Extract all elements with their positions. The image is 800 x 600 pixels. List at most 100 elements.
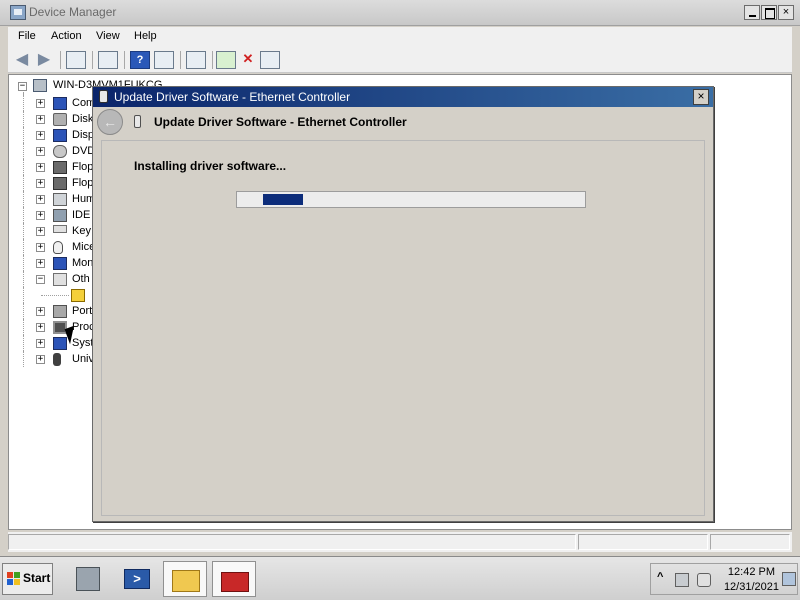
expand-icon[interactable]: +	[36, 323, 45, 332]
expand-icon[interactable]: +	[36, 211, 45, 220]
installing-status-text: Installing driver software...	[134, 159, 287, 173]
tree-item-label: Flop	[72, 161, 94, 173]
dialog-titlebar[interactable]: Update Driver Software - Ethernet Contro…	[93, 87, 713, 107]
tree-item-label: Mon	[72, 257, 94, 269]
explorer-folder-icon	[172, 570, 200, 592]
ethernet-device-icon	[134, 115, 141, 128]
tree-item-label: Flop	[72, 177, 94, 189]
tree-item-label: Oth	[72, 273, 90, 285]
disable-device-icon[interactable]	[260, 51, 280, 69]
collapse-root-icon[interactable]: −	[18, 82, 27, 91]
ide-icon	[53, 209, 67, 222]
menu-file[interactable]: File	[18, 30, 36, 42]
menu-help[interactable]: Help	[134, 30, 157, 42]
progress-marquee-chunk	[263, 194, 303, 205]
clock-time[interactable]: 12:42 PM	[725, 566, 775, 578]
show-hidden-icons-button[interactable]: ^	[657, 571, 663, 583]
keyboard-icon	[53, 225, 67, 233]
tree-item-label: Disp	[72, 129, 95, 141]
expand-icon[interactable]: +	[36, 131, 45, 140]
maximize-button[interactable]	[761, 5, 777, 20]
status-cell-2	[578, 534, 708, 550]
wizard-header: ← Update Driver Software - Ethernet Cont…	[93, 107, 713, 139]
device-manager-toolbox-icon	[221, 572, 249, 592]
clock-date[interactable]: 12/31/2021	[717, 581, 779, 593]
taskbar-server-manager[interactable]	[66, 561, 110, 597]
port-icon	[53, 305, 67, 318]
menu-view[interactable]: View	[96, 30, 120, 42]
taskbar-powershell[interactable]: >	[114, 561, 158, 597]
floppy-icon	[53, 161, 67, 174]
wizard-back-button[interactable]: ←	[97, 109, 123, 135]
monitor-icon	[53, 97, 67, 110]
expand-icon[interactable]: +	[36, 355, 45, 364]
close-button[interactable]: ×	[778, 5, 794, 20]
minimize-button[interactable]	[744, 5, 760, 20]
forward-icon[interactable]: ▶	[34, 51, 54, 69]
expand-icon[interactable]: +	[36, 99, 45, 108]
tree-item-label: Univ	[72, 353, 95, 365]
dialog-title: Update Driver Software - Ethernet Contro…	[114, 90, 351, 104]
volume-muted-icon[interactable]	[697, 573, 711, 587]
expand-icon[interactable]: +	[36, 227, 45, 236]
display-icon	[53, 129, 67, 142]
tree-item-label: Port	[72, 305, 93, 317]
tree-item-label: Disk	[72, 113, 94, 125]
monitor-icon	[53, 257, 67, 270]
show-desktop-icon[interactable]	[782, 572, 796, 586]
uninstall-icon[interactable]: ✕	[238, 51, 258, 69]
toolbar-separator	[92, 51, 93, 69]
other-devices-icon	[53, 273, 67, 286]
expand-icon[interactable]: +	[36, 115, 45, 124]
expand-icon[interactable]: +	[36, 163, 45, 172]
toolbar-separator	[212, 51, 213, 69]
ethernet-device-icon	[99, 90, 108, 103]
start-button[interactable]: Start	[2, 563, 53, 595]
wizard-body: Installing driver software...	[101, 140, 705, 516]
window-title: Device Manager	[29, 5, 117, 19]
notification-area: ^ 12:42 PM 12/31/2021	[650, 563, 798, 595]
scan-hardware-icon[interactable]	[186, 51, 206, 69]
mouse-icon	[53, 241, 63, 254]
tree-item-label: Key	[72, 225, 91, 237]
dialog-close-button[interactable]: ×	[693, 89, 709, 105]
server-manager-icon	[76, 567, 100, 591]
help-icon[interactable]: ?	[130, 51, 150, 69]
expand-icon[interactable]: +	[36, 243, 45, 252]
windows-logo-icon	[7, 572, 21, 586]
expand-icon[interactable]: +	[36, 147, 45, 156]
taskbar-explorer[interactable]	[163, 561, 207, 597]
show-action-pane-icon[interactable]	[154, 51, 174, 69]
taskbar-device-manager[interactable]	[212, 561, 256, 597]
toolbar-separator	[180, 51, 181, 69]
window-titlebar[interactable]: Device Manager ×	[0, 0, 800, 26]
dvd-icon	[53, 145, 67, 158]
system-icon	[53, 337, 67, 350]
back-icon[interactable]: ◀	[12, 51, 32, 69]
status-bar	[8, 532, 792, 552]
update-driver-dialog: Update Driver Software - Ethernet Contro…	[92, 86, 714, 522]
expand-icon[interactable]: +	[36, 339, 45, 348]
expand-icon[interactable]: +	[36, 179, 45, 188]
expand-icon[interactable]: +	[36, 195, 45, 204]
progress-bar	[236, 191, 586, 208]
action-center-icon[interactable]	[675, 573, 689, 587]
properties-icon[interactable]	[98, 51, 118, 69]
status-cell-3	[710, 534, 790, 550]
start-label: Start	[23, 571, 51, 585]
status-cell-main	[8, 534, 576, 550]
toolbar: ◀ ▶ ? ✕	[8, 47, 792, 73]
wizard-header-title: Update Driver Software - Ethernet Contro…	[154, 115, 407, 129]
usb-icon	[53, 353, 61, 366]
show-hide-console-tree-icon[interactable]	[66, 51, 86, 69]
device-manager-icon	[10, 5, 26, 20]
menu-action[interactable]: Action	[51, 30, 82, 42]
update-driver-icon[interactable]	[216, 51, 236, 69]
toolbar-separator	[60, 51, 61, 69]
hid-icon	[53, 193, 67, 206]
expand-icon[interactable]: +	[36, 259, 45, 268]
warning-device-icon	[71, 289, 85, 302]
floppy-icon	[53, 177, 67, 190]
collapse-icon[interactable]: −	[36, 275, 45, 284]
expand-icon[interactable]: +	[36, 307, 45, 316]
